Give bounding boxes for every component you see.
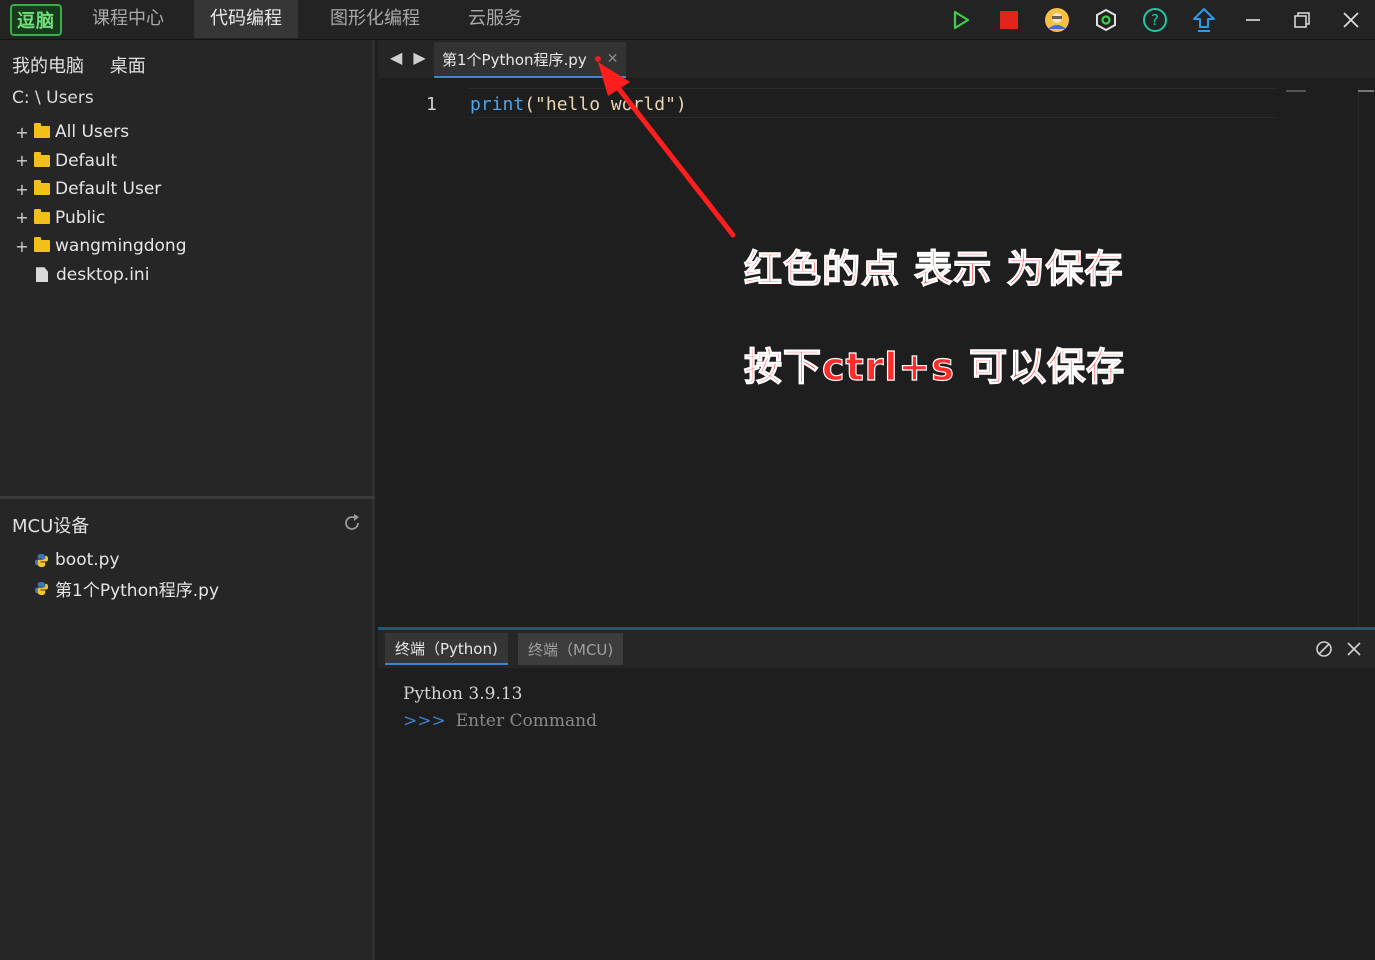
tree-item-label: Public	[55, 207, 106, 228]
prev-tab-icon[interactable]: ◀	[390, 48, 402, 67]
folder-icon	[34, 151, 50, 167]
unsaved-dot-icon	[594, 56, 601, 62]
terminal-output[interactable]: Python 3.9.13 >>> Enter Command	[378, 668, 1375, 960]
help-icon[interactable]: ?	[1141, 6, 1169, 34]
expand-icon[interactable]: +	[14, 180, 30, 199]
scrollbar-thumb[interactable]	[1358, 90, 1374, 92]
app-logo: 逗脑	[10, 4, 62, 36]
mcu-file-first-program[interactable]: 第1个Python程序.py	[34, 575, 219, 604]
folder-icon	[34, 180, 50, 196]
tree-item-wangmingdong[interactable]: + wangmingdong	[14, 232, 370, 261]
stop-icon[interactable]	[995, 6, 1023, 34]
mcu-section-title: MCU设备	[12, 516, 90, 537]
code-paren: )	[675, 94, 687, 115]
location-tabs: 我的电脑 桌面	[12, 52, 166, 78]
panel-divider[interactable]	[0, 496, 375, 499]
annotation-text-save-shortcut: 按下ctrl+s 可以保存	[743, 344, 1126, 389]
terminal-prompt-line[interactable]: >>> Enter Command	[403, 711, 597, 731]
editor-scrollbar[interactable]	[1358, 88, 1372, 628]
minimize-icon[interactable]	[1239, 6, 1267, 34]
tab-terminal-mcu[interactable]: 终端（MCU)	[518, 633, 624, 665]
settings-hex-icon[interactable]	[1092, 6, 1120, 34]
file-sidebar: 我的电脑 桌面 C: \ Users + All Users + Default…	[0, 40, 375, 960]
minimap[interactable]	[1286, 90, 1306, 92]
editor-file-tab[interactable]: 第1个Python程序.py ✕	[434, 42, 627, 78]
expand-icon[interactable]: +	[14, 123, 30, 142]
tab-terminal-python[interactable]: 终端（Python)	[385, 633, 508, 665]
annotation-text-unsaved: 红色的点 表示 为保存	[743, 246, 1124, 291]
mcu-file-label: boot.py	[55, 550, 120, 571]
svg-text:?: ?	[1151, 11, 1159, 29]
tab-cloud-service[interactable]: 云服务	[452, 0, 538, 38]
file-tree: + All Users + Default + Default User + P…	[14, 118, 370, 289]
mcu-file-boot[interactable]: boot.py	[34, 546, 219, 575]
file-tab-label: 第1个Python程序.py	[442, 50, 587, 69]
tab-close-icon[interactable]: ✕	[607, 51, 619, 67]
expand-icon[interactable]: +	[14, 237, 30, 256]
code-paren: (	[524, 94, 536, 115]
code-keyword: print	[470, 94, 525, 115]
mcu-file-list: boot.py 第1个Python程序.py	[34, 546, 219, 603]
editor-tab-bar: ◀ ▶ 第1个Python程序.py ✕	[378, 40, 1375, 78]
clear-terminal-icon[interactable]	[1314, 639, 1334, 659]
folder-icon	[34, 123, 50, 139]
tree-item-all-users[interactable]: + All Users	[14, 118, 370, 147]
close-terminal-icon[interactable]	[1344, 639, 1364, 659]
tab-graphical-programming[interactable]: 图形化编程	[314, 0, 436, 38]
folder-icon	[34, 237, 50, 253]
terminal-tab-bar: 终端（Python) 终端（MCU)	[378, 630, 1375, 668]
breadcrumb[interactable]: C: \ Users	[12, 88, 94, 108]
folder-icon	[34, 208, 50, 224]
tree-item-label: wangmingdong	[55, 236, 187, 257]
tab-course-center[interactable]: 课程中心	[76, 0, 180, 38]
tree-item-label: desktop.ini	[56, 264, 150, 285]
tree-item-default-user[interactable]: + Default User	[14, 175, 370, 204]
tree-item-desktop-ini[interactable]: desktop.ini	[14, 261, 370, 290]
title-bar: 逗脑 课程中心 代码编程 图形化编程 云服务 ?	[0, 0, 1375, 40]
line-number: 1	[426, 94, 437, 115]
python-file-icon	[34, 553, 49, 567]
play-icon[interactable]	[947, 6, 975, 34]
file-icon	[36, 267, 48, 283]
restore-icon[interactable]	[1288, 6, 1316, 34]
user-avatar-icon[interactable]	[1043, 6, 1071, 34]
tab-desktop[interactable]: 桌面	[110, 56, 146, 77]
close-icon[interactable]	[1337, 6, 1365, 34]
prompt-symbol: >>>	[403, 711, 446, 731]
refresh-icon[interactable]	[342, 513, 362, 537]
command-input[interactable]: Enter Command	[456, 711, 597, 731]
tree-item-label: Default User	[55, 179, 162, 200]
tree-item-label: Default	[55, 150, 118, 171]
code-line[interactable]: print("hello world")	[470, 94, 687, 115]
tree-item-public[interactable]: + Public	[14, 204, 370, 233]
terminal-version-line: Python 3.9.13	[403, 684, 523, 704]
tab-code-programming[interactable]: 代码编程	[194, 0, 298, 38]
code-string: "hello world"	[535, 94, 676, 115]
tree-item-label: All Users	[55, 122, 130, 143]
tree-item-default[interactable]: + Default	[14, 147, 370, 176]
tab-my-computer[interactable]: 我的电脑	[12, 56, 84, 77]
python-file-icon	[34, 582, 49, 596]
mcu-file-label: 第1个Python程序.py	[55, 581, 219, 602]
next-tab-icon[interactable]: ▶	[413, 48, 425, 67]
expand-icon[interactable]: +	[14, 208, 30, 227]
expand-icon[interactable]: +	[14, 151, 30, 170]
tab-nav-arrows: ◀ ▶	[390, 48, 426, 67]
upload-icon[interactable]	[1190, 6, 1218, 34]
